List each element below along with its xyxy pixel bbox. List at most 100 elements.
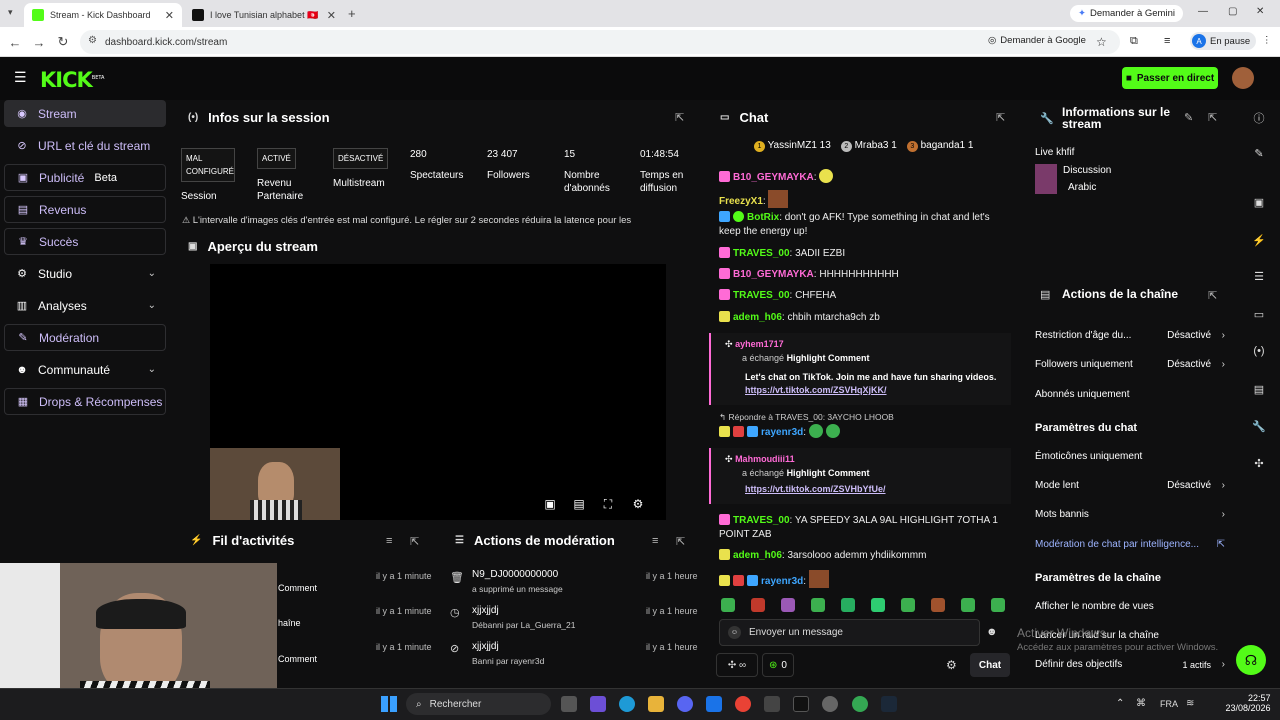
settings-gear-icon[interactable]: ⚙ — [629, 497, 647, 515]
popout-icon[interactable]: ⇱ — [676, 535, 685, 548]
chrome-icon[interactable] — [735, 696, 751, 712]
emote-icon[interactable] — [871, 598, 885, 612]
highlight-comment-card[interactable]: ✣ Mahmoudiii11 a échangé Highlight Comme… — [709, 448, 1011, 504]
popout-icon[interactable]: ⇱ — [1208, 289, 1217, 302]
ai-moderation-row[interactable]: Modération de chat par intelligence... ⇱ — [1035, 539, 1225, 550]
maximize-icon[interactable]: ▢ — [1228, 6, 1237, 17]
sidebar-item-url-key[interactable]: ⊘ URL et clé du stream — [4, 132, 166, 159]
reload-icon[interactable]: ↻ — [54, 33, 72, 51]
chat-message[interactable]: FreezyX1: — [719, 190, 789, 209]
highlight-link[interactable]: https://vt.tiktok.com/ZSVHqXjKK/ — [745, 385, 887, 395]
goals-row[interactable]: Définir des objectifs 1 actifs › — [1035, 659, 1225, 670]
profile-button[interactable]: A En pause — [1190, 32, 1257, 50]
go-live-button[interactable]: ■ Passer en direct — [1122, 67, 1218, 89]
show-view-count-row[interactable]: Afficher le nombre de vues — [1035, 601, 1225, 612]
chat-username[interactable]: adem_h06 — [733, 312, 782, 323]
filter-icon[interactable]: ≡ — [386, 535, 392, 547]
close-tab-icon[interactable]: ✕ — [165, 9, 174, 22]
sidebar-item-studio[interactable]: ⚙ Studio ⌄ — [4, 260, 166, 287]
reply-indicator[interactable]: ↰ Répondre à TRAVES_00: 3AYCHO LHOOB — [719, 412, 894, 423]
sidebar-item-analytics[interactable]: ▥ Analyses ⌄ — [4, 292, 166, 319]
edge-icon[interactable] — [619, 696, 635, 712]
age-restriction-row[interactable]: Restriction d'âge du... Désactivé › — [1035, 330, 1225, 341]
network-icon[interactable]: ⌘ — [1136, 698, 1146, 709]
emote-icon[interactable] — [901, 598, 915, 612]
discord-icon[interactable] — [677, 696, 693, 712]
sidebar-item-stream[interactable]: ◉ Stream — [4, 100, 166, 127]
chat-username[interactable]: rayenr3d — [761, 576, 803, 587]
emote-icon[interactable] — [961, 598, 975, 612]
popout-icon[interactable]: ⇱ — [996, 111, 1005, 124]
taskbar-search[interactable]: ⌕ Rechercher — [406, 693, 551, 715]
panel-icon[interactable]: ▣ — [1250, 196, 1268, 214]
gifter-2[interactable]: 2 Mraba3 1 — [840, 140, 897, 152]
windows-start-icon[interactable] — [381, 696, 397, 712]
steam-icon[interactable] — [881, 696, 897, 712]
chat-icon[interactable]: ▭ — [1250, 308, 1268, 326]
sidebar-item-achievements[interactable]: ♛ Succès — [4, 228, 166, 255]
popout-icon[interactable]: ⇱ — [410, 535, 419, 548]
chat-input[interactable]: ☺ Envoyer un message — [719, 619, 980, 646]
chat-username[interactable]: ayhem1717 — [735, 339, 784, 349]
chat-message[interactable]: TRAVES_00: YA SPEEDY 3ALA 9AL HIGHLIGHT … — [719, 514, 999, 542]
store-icon[interactable] — [764, 696, 780, 712]
followers-only-row[interactable]: Followers uniquement Désactivé › — [1035, 359, 1225, 370]
task-view-icon[interactable] — [561, 696, 577, 712]
broadcast-icon[interactable]: (•) — [1250, 345, 1268, 363]
stream-category[interactable]: Discussion — [1063, 165, 1111, 176]
chat-username[interactable]: TRAVES_00 — [733, 515, 790, 526]
list-icon[interactable]: ☰ — [1250, 270, 1268, 288]
sidebar-item-revenue[interactable]: ▤ Revenus — [4, 196, 166, 223]
chat-username[interactable]: B10_GEYMAYKA — [733, 269, 814, 280]
tray-chevron-icon[interactable]: ⌃ — [1116, 698, 1124, 709]
filter-icon[interactable]: ≡ — [652, 535, 658, 547]
chat-message[interactable]: adem_h06: chbih mtarcha9ch zb — [719, 311, 880, 325]
chat-username[interactable]: TRAVES_00 — [733, 290, 790, 301]
chat-username[interactable]: TRAVES_00 — [733, 248, 790, 259]
emote-icon[interactable] — [781, 598, 795, 612]
clock[interactable]: 22:57 23/08/2026 — [1225, 693, 1270, 713]
extensions-icon[interactable]: ⧉ — [1130, 35, 1138, 48]
avatar[interactable] — [1232, 67, 1254, 89]
hamburger-menu-icon[interactable]: ☰ — [14, 69, 27, 86]
chat-message[interactable]: B10_GEYMAYKA: HHHHHHHHHHH — [719, 268, 899, 282]
site-info-icon[interactable]: ⚙ — [88, 35, 97, 46]
chat-message[interactable]: TRAVES_00: CHFEHA — [719, 289, 836, 303]
emote-picker-icon[interactable]: ☺ — [728, 626, 741, 639]
subscribers-only-row[interactable]: Abonnés uniquement — [1035, 389, 1225, 400]
close-tab-icon[interactable]: ✕ — [327, 9, 336, 22]
gemini-button[interactable]: ✦ Demander à Gemini — [1070, 5, 1183, 22]
obs-icon[interactable] — [822, 696, 838, 712]
chat-message[interactable]: rayenr3d: — [719, 424, 840, 440]
highlight-link[interactable]: https://vt.tiktok.com/ZSVHbYfUe/ — [745, 484, 886, 494]
chat-message[interactable]: BotRix: don't go AFK! Type something in … — [719, 211, 999, 239]
info-icon[interactable]: ⓘ — [1250, 110, 1268, 128]
emotes-only-row[interactable]: Émoticônes uniquement — [1035, 451, 1225, 462]
emote-icon[interactable] — [721, 598, 735, 612]
timeout-toggle-button[interactable]: ✣ ∞ — [716, 653, 758, 677]
send-chat-button[interactable]: Chat — [970, 653, 1010, 677]
sidebar-item-ads[interactable]: ▣ Publicité Beta — [4, 164, 166, 191]
menu-kebab-icon[interactable]: ⋮ — [1262, 35, 1272, 46]
sidebar-item-moderation[interactable]: ✎ Modération — [4, 324, 166, 351]
tab-tiktok[interactable]: I love Tunisian alphabet 🇹🇳 ✕ — [184, 3, 344, 27]
category-thumbnail[interactable] — [1035, 164, 1057, 194]
bolt-icon[interactable]: ⚡ — [1250, 234, 1268, 252]
chat-settings-gear-icon[interactable]: ⚙ — [946, 658, 957, 672]
chat-message[interactable]: TRAVES_00: 3ADII EZBI — [719, 247, 845, 261]
chat-message[interactable]: B10_GEYMAYKA: — [719, 169, 834, 185]
reward-icon[interactable]: ✣ — [1250, 457, 1268, 475]
sidebar-item-community[interactable]: ☻ Communauté ⌄ — [4, 356, 166, 383]
chat-username[interactable]: B10_GEYMAYKA — [733, 172, 814, 183]
wrench-icon[interactable]: 🔧 — [1250, 420, 1268, 438]
popout-icon[interactable]: ⇱ — [1208, 111, 1217, 124]
emote-icon[interactable] — [991, 598, 1005, 612]
pen-icon[interactable]: ✎ — [1250, 147, 1268, 165]
support-headset-icon[interactable]: ☊ — [1236, 645, 1266, 675]
chat-username[interactable]: rayenr3d — [761, 427, 803, 438]
highlight-comment-card[interactable]: ✣ ayhem1717 a échangé Highlight Comment … — [709, 333, 1011, 405]
tab-kick-dashboard[interactable]: Stream - Kick Dashboard ✕ — [24, 3, 182, 27]
pip-icon[interactable]: ▣ — [541, 497, 559, 515]
chat-message[interactable]: adem_h06: 3arsolooo ademm yhdiikommm — [719, 549, 926, 563]
fullscreen-icon[interactable]: ⛶ — [599, 497, 617, 515]
